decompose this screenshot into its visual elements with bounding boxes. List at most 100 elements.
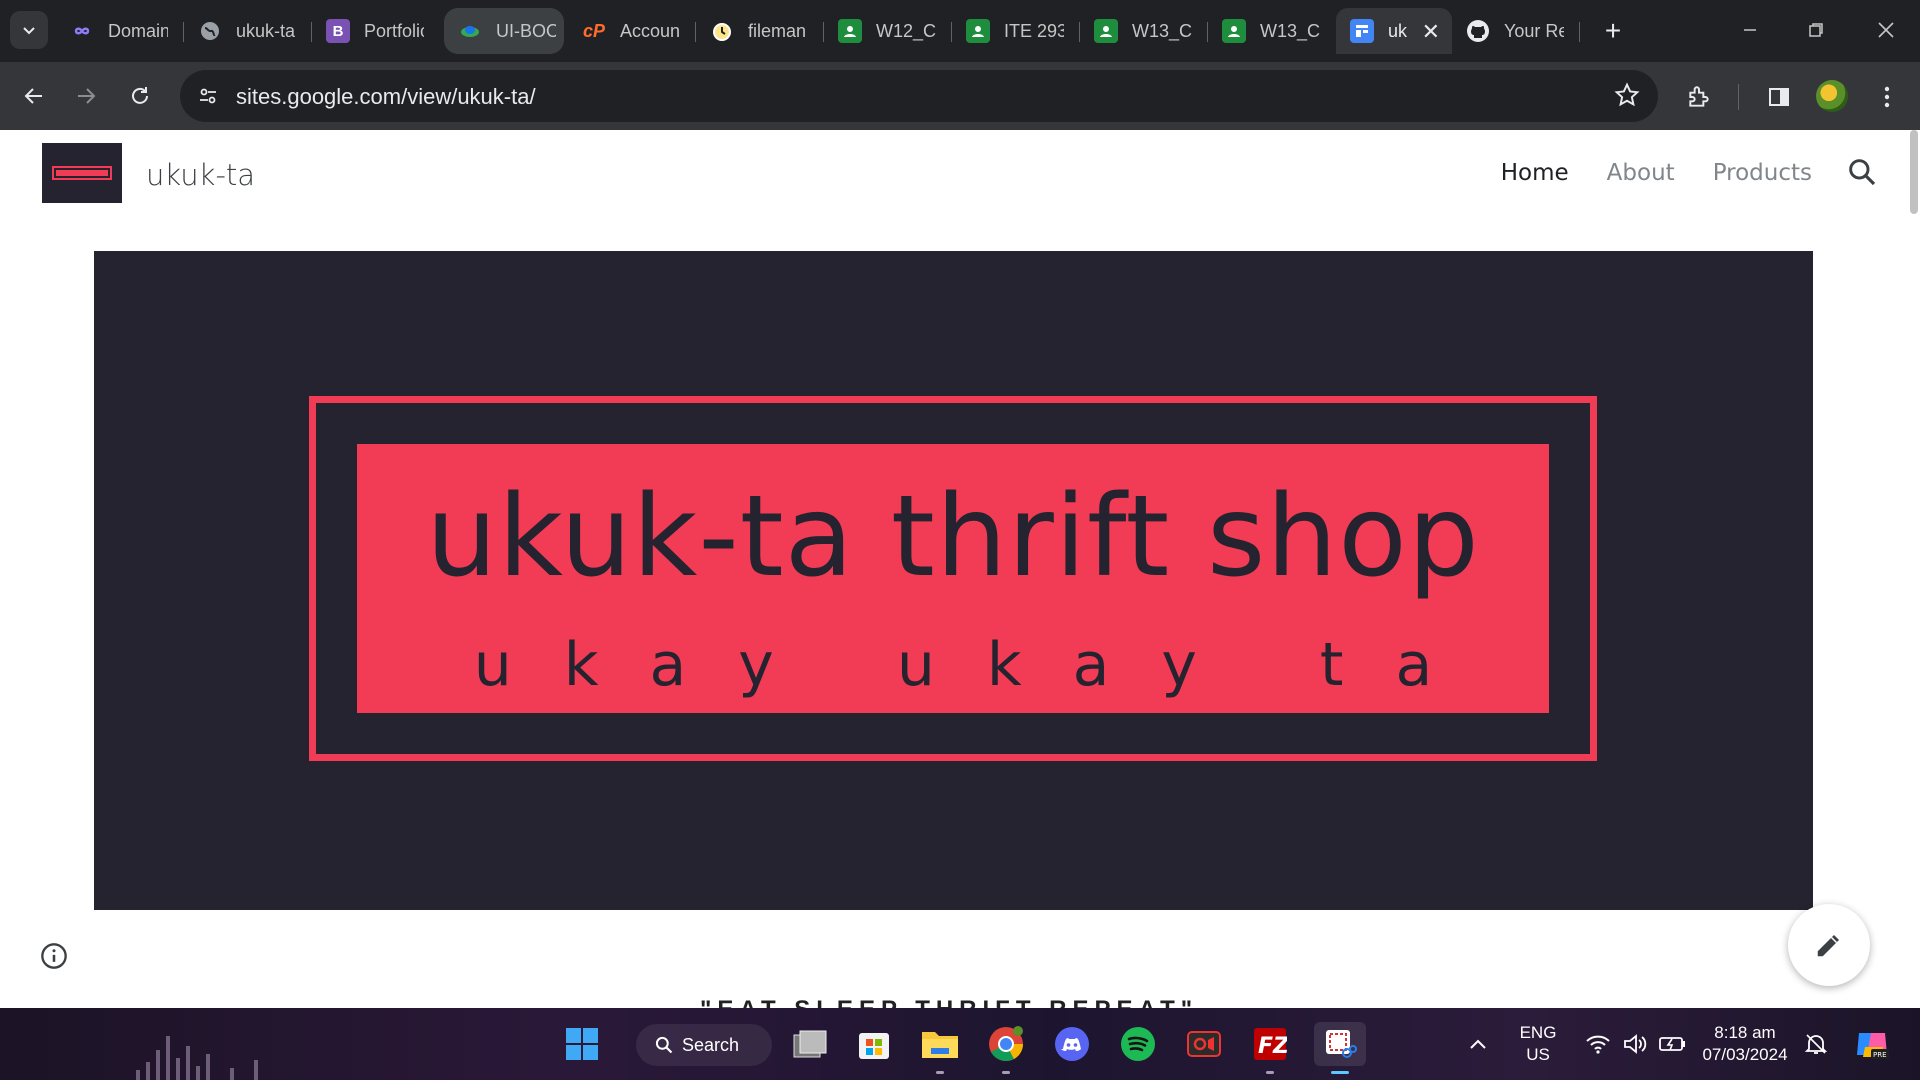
nav-about[interactable]: About [1607,160,1675,186]
tab-domain[interactable]: Domain [56,8,184,54]
spotify-app[interactable] [1116,1022,1160,1066]
clock[interactable]: 8:18 am 07/03/2024 [1690,1022,1800,1066]
classroom-icon [966,19,990,43]
pencil-icon [1817,935,1839,957]
url-text: sites.google.com/view/ukuk-ta/ [236,84,536,109]
notifications-button[interactable] [1796,1022,1836,1066]
tab-active-sites[interactable]: uk ✕ [1336,8,1452,54]
snipping-tool-app[interactable] [1314,1022,1366,1074]
filezilla-app[interactable]: FZ [1248,1022,1292,1074]
ui-icon [458,19,482,43]
side-panel-button[interactable] [1762,80,1796,114]
forward-button[interactable] [68,78,104,114]
arrow-right-icon [78,88,96,104]
running-indicator [1331,1071,1349,1074]
page-scrollbar[interactable] [1910,130,1918,214]
file-explorer-app[interactable] [918,1022,962,1074]
copilot-icon: PRE [1857,1033,1889,1059]
discord-icon [1055,1027,1089,1061]
side-panel-icon [1769,88,1789,106]
tab-ukuk-ta[interactable]: ukuk-ta [184,8,312,54]
tab-title: UI-BOO [496,20,556,41]
site-logo[interactable] [42,143,122,203]
task-view-button[interactable] [788,1022,832,1066]
close-tab-icon[interactable]: ✕ [1422,19,1440,45]
taskbar: Search FZ ENG US 8:18 am 07/03/2024 PRE [0,1008,1920,1080]
close-window-button[interactable] [1856,8,1916,52]
hero-banner: ukuk-ta thrift shop ukay ukay ta [94,251,1813,910]
classroom-icon [838,19,862,43]
tab-portfolio[interactable]: B Portfolio [312,8,440,54]
logo-panel: ukuk-ta thrift shop ukay ukay ta [357,444,1549,713]
language-indicator[interactable]: ENG US [1510,1022,1566,1066]
back-button[interactable] [16,78,52,114]
start-button[interactable] [560,1022,604,1066]
folder-icon [922,1032,958,1058]
tune-icon [200,88,216,104]
browser-menu-button[interactable] [1870,80,1904,114]
store-app[interactable] [852,1022,896,1066]
chevron-up-icon [1470,1039,1486,1049]
toolbar-separator [1738,84,1739,110]
site-header: ukuk-ta Home About Products [0,130,1908,222]
close-icon [1878,22,1894,38]
restore-button[interactable] [1786,8,1846,52]
tab-ite293[interactable]: ITE 293 [952,8,1080,54]
banner-subtitle: ukay ukay ta [473,630,1485,700]
language-code: ENG [1519,1023,1557,1042]
github-icon [1466,19,1490,43]
screen-recorder-app[interactable] [1182,1022,1226,1066]
tab-title: Domain [108,20,168,41]
tab-title: Account [620,20,680,41]
site-info-button[interactable] [192,80,224,112]
running-indicator [936,1071,944,1074]
copilot-button[interactable]: PRE [1848,1022,1896,1066]
reload-icon [132,87,148,104]
discord-app[interactable] [1050,1022,1094,1066]
battery-icon [1659,1037,1685,1051]
clock-time: 8:18 am [1714,1023,1776,1042]
site-info-footer-button[interactable] [40,942,68,970]
chrome-icon [989,1026,1023,1061]
puzzle-icon [1689,86,1709,107]
classroom-icon [1222,19,1246,43]
tab-w13-a[interactable]: W13_C [1080,8,1208,54]
tab-w13-b[interactable]: W13_C [1208,8,1336,54]
filezilla-icon: FZ [1254,1028,1287,1060]
nav-home[interactable]: Home [1501,160,1569,186]
site-search-button[interactable] [1846,156,1878,193]
tab-title: W12_C [876,20,936,41]
minimize-button[interactable] [1720,8,1780,52]
quick-settings-button[interactable] [1572,1022,1700,1066]
banner-title: ukuk-ta thrift shop [426,472,1480,602]
tab-w12[interactable]: W12_C [824,8,952,54]
bookmark-button[interactable] [1614,82,1640,113]
web-page: ukuk-ta Home About Products ukuk-ta thri… [0,130,1920,1008]
star-icon [1614,82,1640,107]
tab-list: Domain ukuk-ta B Portfolio UI-BOO cP Acc… [56,8,1580,54]
reload-button[interactable] [122,78,158,114]
site-nav: Home About Products [1501,160,1812,186]
address-bar[interactable]: sites.google.com/view/ukuk-ta/ [180,70,1658,122]
taskbar-search[interactable]: Search [636,1024,772,1066]
nav-products[interactable]: Products [1713,160,1812,186]
tab-search-button[interactable] [10,11,48,49]
running-indicator [1266,1071,1274,1074]
tab-github[interactable]: Your Re [1452,8,1580,54]
windows-icon [566,1028,598,1060]
chrome-app[interactable] [984,1022,1028,1074]
tab-account[interactable]: cP Account [568,8,696,54]
show-hidden-icons-button[interactable] [1458,1022,1498,1066]
spotify-icon [1121,1027,1155,1061]
tab-title: Your Re [1504,20,1564,41]
snipping-tool-icon [1326,1030,1357,1058]
extensions-button[interactable] [1682,80,1716,114]
edit-site-button[interactable] [1788,904,1870,986]
profile-avatar[interactable] [1816,80,1848,112]
site-name[interactable]: ukuk-ta [146,158,255,192]
tab-fileman[interactable]: fileman [696,8,824,54]
tab-ui-boo[interactable]: UI-BOO [444,8,564,54]
tab-title: Portfolio [364,20,424,41]
new-tab-button[interactable]: + [1596,14,1630,48]
chevron-down-icon [23,27,35,35]
